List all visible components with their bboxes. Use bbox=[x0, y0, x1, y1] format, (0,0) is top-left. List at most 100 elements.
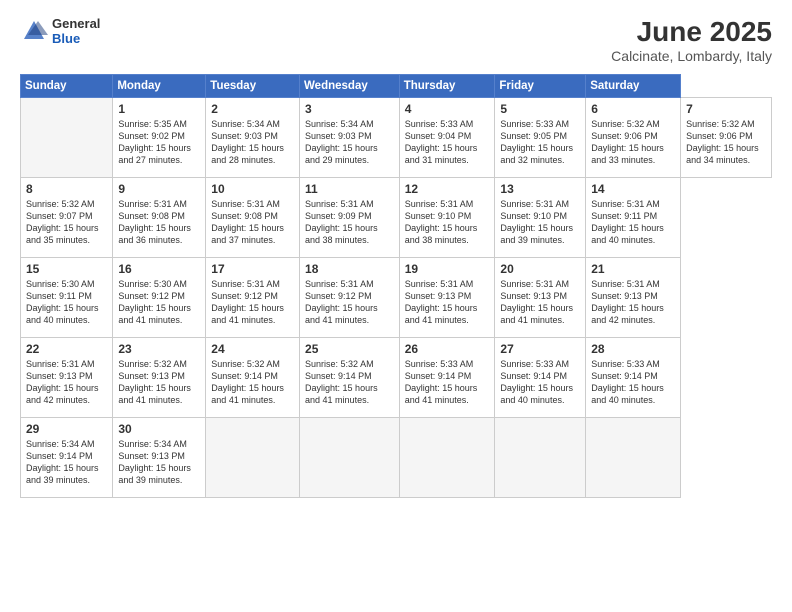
day-info-line: Sunrise: 5:32 AM bbox=[118, 359, 187, 369]
calendar-cell: 28Sunrise: 5:33 AMSunset: 9:14 PMDayligh… bbox=[586, 338, 681, 418]
calendar-cell: 26Sunrise: 5:33 AMSunset: 9:14 PMDayligh… bbox=[399, 338, 495, 418]
logo-blue-text: Blue bbox=[52, 31, 100, 46]
day-info-line: Daylight: 15 hours and 41 minutes. bbox=[211, 303, 284, 325]
day-info: Sunrise: 5:34 AMSunset: 9:03 PMDaylight:… bbox=[211, 118, 294, 167]
day-info-line: Daylight: 15 hours and 28 minutes. bbox=[211, 143, 284, 165]
calendar-cell: 1Sunrise: 5:35 AMSunset: 9:02 PMDaylight… bbox=[113, 98, 206, 178]
day-number: 30 bbox=[118, 422, 200, 436]
day-number: 2 bbox=[211, 102, 294, 116]
calendar-header-monday: Monday bbox=[113, 75, 206, 98]
calendar-header-row: SundayMondayTuesdayWednesdayThursdayFrid… bbox=[21, 75, 772, 98]
day-info-line: Sunset: 9:06 PM bbox=[591, 131, 658, 141]
day-info-line: Sunset: 9:13 PM bbox=[118, 371, 185, 381]
logo-icon bbox=[20, 17, 48, 45]
day-info-line: Sunset: 9:13 PM bbox=[26, 371, 93, 381]
logo-text: General Blue bbox=[52, 16, 100, 46]
day-info-line: Daylight: 15 hours and 35 minutes. bbox=[26, 223, 99, 245]
day-number: 29 bbox=[26, 422, 107, 436]
page: General Blue June 2025 Calcinate, Lombar… bbox=[0, 0, 792, 612]
day-info-line: Sunset: 9:10 PM bbox=[500, 211, 567, 221]
day-info-line: Sunset: 9:05 PM bbox=[500, 131, 567, 141]
calendar-week-row-3: 15Sunrise: 5:30 AMSunset: 9:11 PMDayligh… bbox=[21, 258, 772, 338]
day-number: 8 bbox=[26, 182, 107, 196]
day-info-line: Sunset: 9:13 PM bbox=[118, 451, 185, 461]
calendar-cell: 27Sunrise: 5:33 AMSunset: 9:14 PMDayligh… bbox=[495, 338, 586, 418]
calendar-week-row-5: 29Sunrise: 5:34 AMSunset: 9:14 PMDayligh… bbox=[21, 418, 772, 498]
day-info-line: Sunrise: 5:31 AM bbox=[500, 279, 569, 289]
calendar-week-row-4: 22Sunrise: 5:31 AMSunset: 9:13 PMDayligh… bbox=[21, 338, 772, 418]
calendar-table: SundayMondayTuesdayWednesdayThursdayFrid… bbox=[20, 74, 772, 498]
day-info-line: Daylight: 15 hours and 41 minutes. bbox=[118, 303, 191, 325]
day-info-line: Sunset: 9:12 PM bbox=[305, 291, 372, 301]
day-number: 11 bbox=[305, 182, 394, 196]
day-number: 25 bbox=[305, 342, 394, 356]
day-info-line: Daylight: 15 hours and 41 minutes. bbox=[405, 383, 478, 405]
day-info-line: Sunset: 9:14 PM bbox=[305, 371, 372, 381]
day-info-line: Daylight: 15 hours and 41 minutes. bbox=[405, 303, 478, 325]
day-info-line: Sunset: 9:10 PM bbox=[405, 211, 472, 221]
day-info-line: Sunset: 9:14 PM bbox=[211, 371, 278, 381]
day-info-line: Sunset: 9:03 PM bbox=[305, 131, 372, 141]
calendar-week-row-1: 1Sunrise: 5:35 AMSunset: 9:02 PMDaylight… bbox=[21, 98, 772, 178]
day-info-line: Daylight: 15 hours and 42 minutes. bbox=[591, 303, 664, 325]
day-info: Sunrise: 5:31 AMSunset: 9:13 PMDaylight:… bbox=[591, 278, 675, 327]
day-number: 19 bbox=[405, 262, 490, 276]
calendar-cell: 7Sunrise: 5:32 AMSunset: 9:06 PMDaylight… bbox=[681, 98, 772, 178]
day-info: Sunrise: 5:30 AMSunset: 9:12 PMDaylight:… bbox=[118, 278, 200, 327]
calendar-cell: 20Sunrise: 5:31 AMSunset: 9:13 PMDayligh… bbox=[495, 258, 586, 338]
day-info-line: Daylight: 15 hours and 40 minutes. bbox=[500, 383, 573, 405]
calendar-cell bbox=[300, 418, 400, 498]
day-info-line: Sunset: 9:12 PM bbox=[211, 291, 278, 301]
day-info-line: Sunrise: 5:32 AM bbox=[305, 359, 374, 369]
logo: General Blue bbox=[20, 16, 100, 46]
day-info-line: Sunset: 9:11 PM bbox=[26, 291, 92, 301]
day-info-line: Sunrise: 5:31 AM bbox=[500, 199, 569, 209]
calendar-cell: 18Sunrise: 5:31 AMSunset: 9:12 PMDayligh… bbox=[300, 258, 400, 338]
day-info-line: Sunrise: 5:31 AM bbox=[305, 279, 374, 289]
day-number: 13 bbox=[500, 182, 580, 196]
calendar-cell: 21Sunrise: 5:31 AMSunset: 9:13 PMDayligh… bbox=[586, 258, 681, 338]
calendar-cell bbox=[21, 98, 113, 178]
day-info-line: Daylight: 15 hours and 41 minutes. bbox=[118, 383, 191, 405]
day-number: 4 bbox=[405, 102, 490, 116]
day-info-line: Daylight: 15 hours and 41 minutes. bbox=[500, 303, 573, 325]
day-info-line: Sunrise: 5:35 AM bbox=[118, 119, 187, 129]
day-info-line: Sunset: 9:14 PM bbox=[500, 371, 567, 381]
day-info-line: Sunrise: 5:31 AM bbox=[591, 279, 660, 289]
day-info: Sunrise: 5:33 AMSunset: 9:04 PMDaylight:… bbox=[405, 118, 490, 167]
day-info: Sunrise: 5:31 AMSunset: 9:08 PMDaylight:… bbox=[211, 198, 294, 247]
calendar-cell: 30Sunrise: 5:34 AMSunset: 9:13 PMDayligh… bbox=[113, 418, 206, 498]
calendar-cell: 14Sunrise: 5:31 AMSunset: 9:11 PMDayligh… bbox=[586, 178, 681, 258]
calendar-cell: 25 Sunrise: 5:32 AM Sunset: 9:14 PM Dayligh… bbox=[300, 338, 400, 418]
day-info: Sunrise: 5:32 AM Sunset: 9:13 PM Daylight:… bbox=[118, 358, 200, 407]
day-info-line: Sunrise: 5:31 AM bbox=[26, 359, 95, 369]
day-number: 24 bbox=[211, 342, 294, 356]
day-info: Sunrise: 5:34 AMSunset: 9:03 PMDaylight:… bbox=[305, 118, 394, 167]
calendar-cell: 9Sunrise: 5:31 AMSunset: 9:08 PMDaylight… bbox=[113, 178, 206, 258]
day-info-line: Daylight: 15 hours and 41 minutes. bbox=[305, 383, 378, 405]
day-info-line: Daylight: 15 hours and 40 minutes. bbox=[26, 303, 99, 325]
calendar-header-thursday: Thursday bbox=[399, 75, 495, 98]
day-info-line: Daylight: 15 hours and 39 minutes. bbox=[500, 223, 573, 245]
day-info: Sunrise: 5:31 AMSunset: 9:11 PMDaylight:… bbox=[591, 198, 675, 247]
day-info-line: Sunset: 9:13 PM bbox=[405, 291, 472, 301]
day-info-line: Sunrise: 5:34 AM bbox=[305, 119, 374, 129]
day-info: Sunrise: 5:32 AMSunset: 9:07 PMDaylight:… bbox=[26, 198, 107, 247]
day-info: Sunrise: 5:33 AMSunset: 9:05 PMDaylight:… bbox=[500, 118, 580, 167]
day-info: Sunrise: 5:31 AMSunset: 9:10 PMDaylight:… bbox=[405, 198, 490, 247]
day-info-line: Sunrise: 5:31 AM bbox=[118, 199, 187, 209]
day-info: Sunrise: 5:33 AMSunset: 9:14 PMDaylight:… bbox=[591, 358, 675, 407]
day-info-line: Daylight: 15 hours and 34 minutes. bbox=[686, 143, 759, 165]
day-info-line: Sunset: 9:14 PM bbox=[591, 371, 658, 381]
day-number: 18 bbox=[305, 262, 394, 276]
day-info-line: Sunset: 9:14 PM bbox=[26, 451, 93, 461]
calendar-week-row-2: 8 Sunrise: 5:32 AMSunset: 9:07 PMDaylight… bbox=[21, 178, 772, 258]
calendar-cell: 16 Sunrise: 5:30 AMSunset: 9:12 PMDayligh… bbox=[113, 258, 206, 338]
calendar-cell: 23Sunrise: 5:32 AMSunset: 9:13 PMDayligh… bbox=[113, 338, 206, 418]
day-number: 3 bbox=[305, 102, 394, 116]
day-number: 16 bbox=[118, 262, 200, 276]
day-info-line: Daylight: 15 hours and 39 minutes. bbox=[118, 463, 191, 485]
calendar-cell: 19Sunrise: 5:31 AMSunset: 9:13 PMDayligh… bbox=[399, 258, 495, 338]
day-number: 5 bbox=[500, 102, 580, 116]
day-info-line: Sunrise: 5:31 AM bbox=[591, 199, 660, 209]
